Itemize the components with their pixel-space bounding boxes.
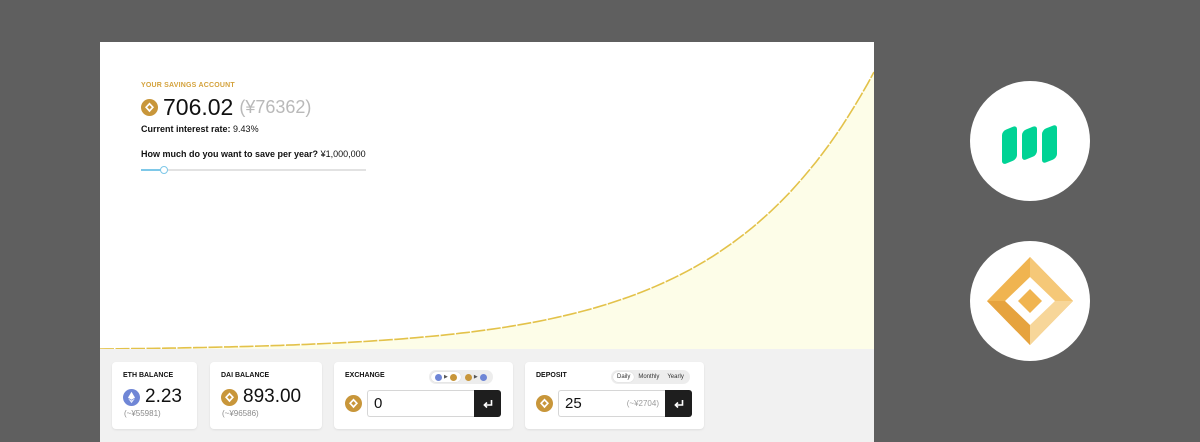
exchange-amount-input[interactable]: 0	[367, 390, 474, 417]
period-monthly[interactable]: Monthly	[634, 372, 663, 382]
exchange-mode-eth-to-dai[interactable]: ▶	[431, 372, 461, 382]
eth-balance-card: ETH BALANCE 2.23 (~¥55981)	[112, 362, 197, 429]
exchange-direction-toggle: ▶ ▶	[429, 370, 493, 384]
eth-balance-yen: (~¥55981)	[124, 409, 161, 418]
compound-logo	[970, 81, 1090, 201]
dai-diamond-logo	[970, 241, 1090, 361]
dai-coin-icon	[536, 395, 553, 412]
eth-balance-title: ETH BALANCE	[123, 372, 174, 379]
enter-arrow-icon	[673, 399, 683, 408]
interest-rate: Current interest rate: 9.43%	[141, 124, 366, 134]
arrow-right-icon: ▶	[444, 374, 448, 380]
eth-balance-row: 2.23	[123, 386, 182, 408]
ethereum-icon	[123, 388, 140, 406]
savings-question: How much do you want to save per year? ¥…	[141, 149, 366, 159]
exchange-submit-button[interactable]	[474, 390, 501, 417]
dai-coin-icon	[221, 388, 238, 406]
eth-balance-value: 2.23	[145, 386, 182, 407]
dai-balance-card: DAI BALANCE 893.00 (~¥96586)	[210, 362, 322, 429]
savings-amount-yen: (¥76362)	[239, 97, 312, 117]
savings-app: YOUR SAVINGS ACCOUNT 706.02 (¥76362) Cur…	[100, 42, 874, 442]
dai-coin-icon	[464, 373, 472, 381]
period-yearly[interactable]: Yearly	[663, 372, 687, 382]
savings-summary: YOUR SAVINGS ACCOUNT 706.02 (¥76362) Cur…	[141, 82, 366, 176]
exchange-amount-value: 0	[374, 395, 383, 412]
enter-arrow-icon	[482, 399, 492, 408]
deposit-title: DEPOSIT	[536, 372, 567, 379]
exchange-title: EXCHANGE	[345, 372, 385, 379]
ethereum-icon	[435, 373, 442, 381]
dai-balance-title: DAI BALANCE	[221, 372, 270, 379]
slider-thumb[interactable]	[159, 166, 168, 174]
dai-coin-icon	[345, 395, 362, 412]
deposit-card: DEPOSIT Daily Monthly Yearly 25 (~¥2704)	[525, 362, 704, 429]
interest-rate-value: 9.43%	[233, 124, 259, 134]
savings-question-label: How much do you want to save per year?	[141, 149, 319, 159]
period-daily[interactable]: Daily	[613, 372, 635, 382]
exchange-mode-dai-to-eth[interactable]: ▶	[461, 372, 491, 382]
dai-balance-row: 893.00	[221, 386, 301, 408]
savings-amount: 706.02	[163, 94, 234, 120]
ethereum-icon	[479, 373, 487, 381]
deposit-amount-yen: (~¥2704)	[626, 399, 659, 408]
interest-rate-label: Current interest rate:	[141, 124, 231, 134]
exchange-card: EXCHANGE ▶ ▶ 0	[334, 362, 513, 429]
deposit-input-row: 25 (~¥2704)	[536, 390, 692, 417]
deposit-submit-button[interactable]	[665, 390, 692, 417]
deposit-amount-input[interactable]: 25 (~¥2704)	[558, 390, 665, 417]
dai-coin-icon	[449, 373, 457, 381]
slider-track	[141, 169, 366, 171]
dai-balance-value: 893.00	[243, 386, 302, 407]
balances-panel: ETH BALANCE 2.23 (~¥55981) DAI BALANCE 8…	[100, 349, 874, 442]
savings-question-value: ¥1,000,000	[320, 149, 366, 159]
deposit-period-toggle: Daily Monthly Yearly	[611, 370, 690, 384]
dai-coin-icon	[141, 98, 158, 116]
arrow-right-icon: ▶	[473, 374, 478, 380]
savings-account-label: YOUR SAVINGS ACCOUNT	[141, 82, 235, 89]
dai-balance-yen: (~¥96586)	[222, 409, 259, 418]
yearly-savings-slider[interactable]	[141, 164, 366, 176]
exchange-input-row: 0	[345, 390, 501, 417]
savings-amount-row: 706.02 (¥76362)	[141, 94, 366, 120]
deposit-amount-value: 25	[565, 395, 582, 412]
